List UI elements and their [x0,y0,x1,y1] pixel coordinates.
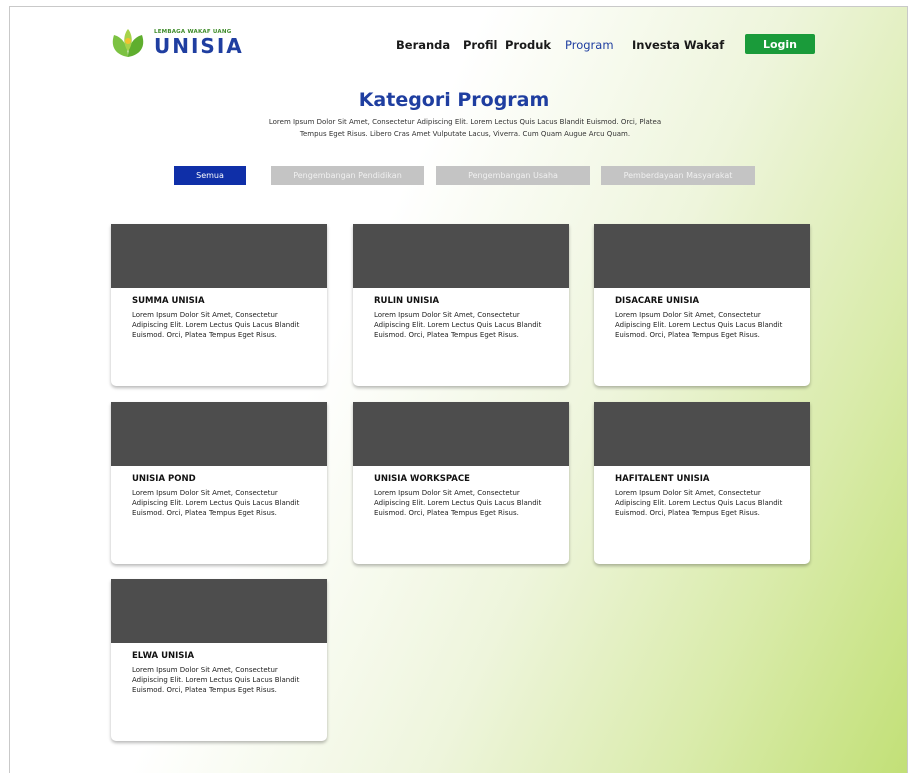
page-title: Kategori Program [358,89,550,111]
card-description: Lorem Ipsum Dolor Sit Amet, Consectetur … [132,311,300,339]
program-card[interactable]: HAFITALENT UNISIA Lorem Ipsum Dolor Sit … [594,402,810,564]
leaf-logo-icon [112,29,144,57]
description-line: Lorem Ipsum Dolor Sit Amet, Consectetur … [268,118,662,126]
description-line: Tempus Eget Risus. Libero Cras Amet Vulp… [299,130,631,138]
card-description: Lorem Ipsum Dolor Sit Amet, Consectetur … [615,489,783,517]
filter-semua[interactable]: Semua [174,166,246,185]
program-card[interactable]: ELWA UNISIA Lorem Ipsum Dolor Sit Amet, … [111,579,327,741]
card-image-placeholder [594,224,810,288]
nav-item-program[interactable]: Program [565,38,614,52]
card-image-placeholder [111,402,327,466]
nav-item-label[interactable]: Produk [505,38,551,52]
card-description: Lorem Ipsum Dolor Sit Amet, Consectetur … [374,489,542,517]
filter-pengembangan-pendidikan[interactable]: Pengembangan Pendidikan [271,166,424,185]
nav-item-investa-wakaf[interactable]: Investa Wakaf [632,38,724,52]
page-description: Lorem Ipsum Dolor Sit Amet, Consectetur … [180,116,750,140]
card-title: UNISIA POND [132,474,196,484]
program-card[interactable]: UNISIA POND Lorem Ipsum Dolor Sit Amet, … [111,402,327,564]
nav-item-profil[interactable]: Profil [463,38,497,52]
program-card[interactable]: DISACARE UNISIA Lorem Ipsum Dolor Sit Am… [594,224,810,386]
filter-pemberdayaan-masyarakat[interactable]: Pemberdayaan Masyarakat [601,166,755,185]
card-description: Lorem Ipsum Dolor Sit Amet, Consectetur … [132,489,300,517]
card-description: Lorem Ipsum Dolor Sit Amet, Consectetur … [132,666,300,694]
nav-item-label[interactable]: Program [565,38,614,52]
logo-wordmark: UNISIA [154,34,244,59]
nav-item-beranda[interactable]: Beranda [396,38,450,52]
card-image-placeholder [353,402,569,466]
card-title: SUMMA UNISIA [132,296,205,306]
card-description: Lorem Ipsum Dolor Sit Amet, Consectetur … [615,311,783,339]
card-image-placeholder [594,402,810,466]
nav-item-produk[interactable]: Produk [505,38,551,52]
card-image-placeholder [111,224,327,288]
card-title: UNISIA WORKSPACE [374,474,470,484]
card-title: DISACARE UNISIA [615,296,700,306]
nav-item-label[interactable]: Investa Wakaf [632,38,724,52]
nav-item-label[interactable]: Profil [463,38,497,52]
card-title: ELWA UNISIA [132,651,195,661]
card-image-placeholder [111,579,327,643]
card-description: Lorem Ipsum Dolor Sit Amet, Consectetur … [374,311,542,339]
login-button[interactable]: Login [745,34,815,54]
filter-pengembangan-usaha[interactable]: Pengembangan Usaha [436,166,590,185]
brand-logo[interactable]: LEMBAGA WAKAF UANG UNISIA [108,27,244,59]
program-card[interactable]: UNISIA WORKSPACE Lorem Ipsum Dolor Sit A… [353,402,569,564]
nav-item-label[interactable]: Beranda [396,38,450,52]
program-card[interactable]: RULIN UNISIA Lorem Ipsum Dolor Sit Amet,… [353,224,569,386]
card-image-placeholder [353,224,569,288]
program-card[interactable]: SUMMA UNISIA Lorem Ipsum Dolor Sit Amet,… [111,224,327,386]
card-title: RULIN UNISIA [374,296,440,306]
card-title: HAFITALENT UNISIA [615,474,710,484]
